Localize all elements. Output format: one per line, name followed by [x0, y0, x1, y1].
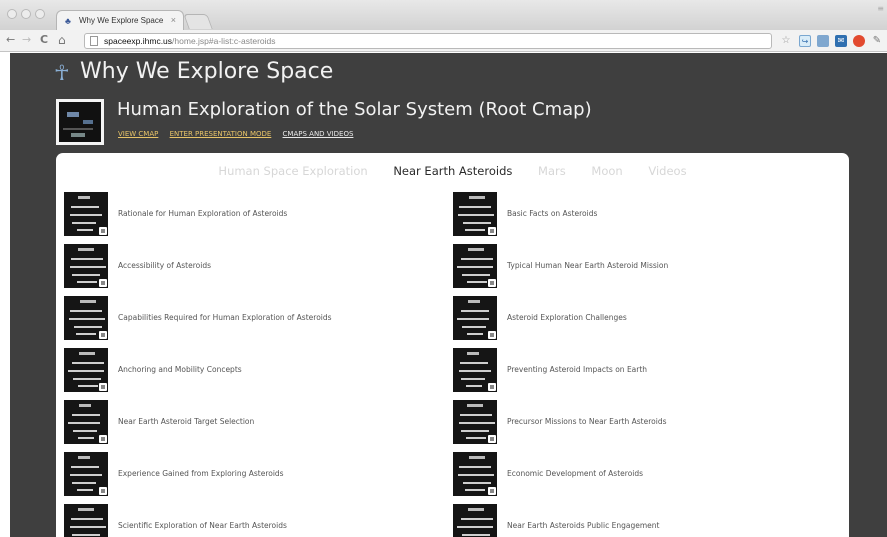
- home-icon[interactable]: ⌂: [58, 33, 66, 47]
- wrench-icon[interactable]: ✎: [871, 35, 883, 47]
- list-item-label[interactable]: Experience Gained from Exploring Asteroi…: [118, 469, 284, 478]
- browser-toolbar: ← → C ⌂ spaceexp.ihmc.us/home.jsp#a-list…: [0, 30, 887, 52]
- cmap-thumbnail[interactable]: [453, 400, 497, 444]
- list-item[interactable]: Accessibility of Asteroids: [64, 244, 404, 288]
- cmap-badge-icon: [488, 227, 496, 235]
- list-item-label[interactable]: Precursor Missions to Near Earth Asteroi…: [507, 417, 667, 426]
- cmap-thumbnail[interactable]: [64, 504, 108, 537]
- list-item[interactable]: Near Earth Asteroids Public Engagement: [453, 504, 793, 537]
- list-item[interactable]: Basic Facts on Asteroids: [453, 192, 793, 236]
- cmap-thumbnail[interactable]: [453, 452, 497, 496]
- cmap-thumbnail[interactable]: [453, 348, 497, 392]
- topic-tabs: Human Space Exploration Near Earth Aster…: [56, 164, 849, 178]
- browser-tab-bar: ♣ Why We Explore Space × ≡: [0, 0, 887, 31]
- extension-books-icon[interactable]: [817, 35, 829, 47]
- list-item[interactable]: Scientific Exploration of Near Earth Ast…: [64, 504, 404, 537]
- cmap-badge-icon: [488, 487, 496, 495]
- cmap-thumbnail[interactable]: [453, 504, 497, 537]
- cmap-badge-icon: [488, 383, 496, 391]
- cmaps-and-videos-link[interactable]: CMAPS AND VIDEOS: [283, 129, 354, 139]
- list-item-label[interactable]: Anchoring and Mobility Concepts: [118, 365, 242, 374]
- cmap-thumbnail[interactable]: [64, 192, 108, 236]
- list-item[interactable]: Near Earth Asteroid Target Selection: [64, 400, 404, 444]
- list-item[interactable]: Preventing Asteroid Impacts on Earth: [453, 348, 793, 392]
- tab-mars[interactable]: Mars: [538, 164, 566, 178]
- list-item-label[interactable]: Economic Development of Asteroids: [507, 469, 643, 478]
- list-item-label[interactable]: Capabilities Required for Human Explorat…: [118, 313, 332, 322]
- window-minimize-button[interactable]: [21, 9, 31, 19]
- cmap-badge-icon: [488, 435, 496, 443]
- list-item-label[interactable]: Typical Human Near Earth Asteroid Missio…: [507, 261, 668, 270]
- forward-icon[interactable]: →: [22, 33, 31, 47]
- list-item[interactable]: Capabilities Required for Human Explorat…: [64, 296, 404, 340]
- browser-tab-title: Why We Explore Space: [79, 16, 164, 25]
- tab-human-space-exploration[interactable]: Human Space Exploration: [218, 164, 367, 178]
- cmap-badge-icon: [488, 331, 496, 339]
- cmap-badge-icon: [99, 435, 107, 443]
- tab-near-earth-asteroids[interactable]: Near Earth Asteroids: [393, 164, 512, 178]
- url-host: spaceexp.ihmc.us: [104, 36, 173, 46]
- cmap-thumbnail[interactable]: [64, 452, 108, 496]
- cmap-thumbnail[interactable]: [64, 400, 108, 444]
- list-item[interactable]: Experience Gained from Exploring Asteroi…: [64, 452, 404, 496]
- window-close-button[interactable]: [7, 9, 17, 19]
- tab-close-icon[interactable]: ×: [171, 15, 176, 25]
- cmap-badge-icon: [99, 383, 107, 391]
- view-cmap-link[interactable]: VIEW CMAP: [118, 129, 158, 139]
- list-item[interactable]: Anchoring and Mobility Concepts: [64, 348, 404, 392]
- cmap-thumbnail[interactable]: [453, 192, 497, 236]
- back-icon[interactable]: ←: [6, 33, 15, 47]
- tab-videos[interactable]: Videos: [648, 164, 686, 178]
- site-title[interactable]: Why We Explore Space: [80, 58, 333, 86]
- astronaut-logo-icon: ☥: [54, 61, 70, 85]
- list-item-label[interactable]: Accessibility of Asteroids: [118, 261, 211, 270]
- list-item[interactable]: Asteroid Exploration Challenges: [453, 296, 793, 340]
- cmap-badge-icon: [99, 331, 107, 339]
- root-cmap-links: VIEW CMAP ENTER PRESENTATION MODE CMAPS …: [118, 129, 362, 139]
- cmap-thumbnail[interactable]: [453, 244, 497, 288]
- list-item-label[interactable]: Preventing Asteroid Impacts on Earth: [507, 365, 647, 374]
- list-item-label[interactable]: Basic Facts on Asteroids: [507, 209, 597, 218]
- cmap-badge-icon: [99, 227, 107, 235]
- site-favicon-icon: ♣: [65, 16, 71, 26]
- list-item-label[interactable]: Near Earth Asteroids Public Engagement: [507, 521, 659, 530]
- window-zoom-button[interactable]: [35, 9, 45, 19]
- browser-tab[interactable]: ♣ Why We Explore Space ×: [56, 10, 184, 31]
- cmap-badge-icon: [99, 279, 107, 287]
- list-item[interactable]: Precursor Missions to Near Earth Asteroi…: [453, 400, 793, 444]
- list-item-label[interactable]: Scientific Exploration of Near Earth Ast…: [118, 521, 287, 530]
- address-bar[interactable]: spaceexp.ihmc.us/home.jsp#a-list:c-aster…: [84, 33, 772, 49]
- list-item-label[interactable]: Asteroid Exploration Challenges: [507, 313, 627, 322]
- list-item[interactable]: Economic Development of Asteroids: [453, 452, 793, 496]
- cmap-badge-icon: [99, 487, 107, 495]
- root-cmap-title: Human Exploration of the Solar System (R…: [117, 99, 592, 120]
- fullscreen-icon[interactable]: ≡: [877, 4, 884, 13]
- extension-icon[interactable]: ↪: [799, 35, 811, 47]
- cmap-thumbnail[interactable]: [64, 348, 108, 392]
- list-item[interactable]: Typical Human Near Earth Asteroid Missio…: [453, 244, 793, 288]
- cmap-thumbnail[interactable]: [64, 296, 108, 340]
- mail-icon[interactable]: ✉: [835, 35, 847, 47]
- url-path: /home.jsp#a-list:c-asteroids: [172, 36, 276, 46]
- cmap-thumbnail[interactable]: [64, 244, 108, 288]
- page-content: ☥ Why We Explore Space Human Exploration…: [10, 53, 887, 537]
- cmap-thumbnail[interactable]: [453, 296, 497, 340]
- reload-icon[interactable]: C: [40, 33, 48, 47]
- list-item[interactable]: Rationale for Human Exploration of Aster…: [64, 192, 404, 236]
- cmap-badge-icon: [488, 279, 496, 287]
- tab-moon[interactable]: Moon: [591, 164, 622, 178]
- enter-presentation-mode-link[interactable]: ENTER PRESENTATION MODE: [170, 129, 272, 139]
- list-item-label[interactable]: Rationale for Human Exploration of Aster…: [118, 209, 287, 218]
- page-icon: [90, 36, 98, 46]
- cmap-list-panel: Human Space Exploration Near Earth Aster…: [56, 153, 849, 537]
- new-tab-button[interactable]: [183, 14, 213, 29]
- root-cmap-thumbnail[interactable]: [56, 99, 104, 145]
- list-item-label[interactable]: Near Earth Asteroid Target Selection: [118, 417, 254, 426]
- bookmark-star-icon[interactable]: ☆: [780, 35, 792, 47]
- extension-red-icon[interactable]: [853, 35, 865, 47]
